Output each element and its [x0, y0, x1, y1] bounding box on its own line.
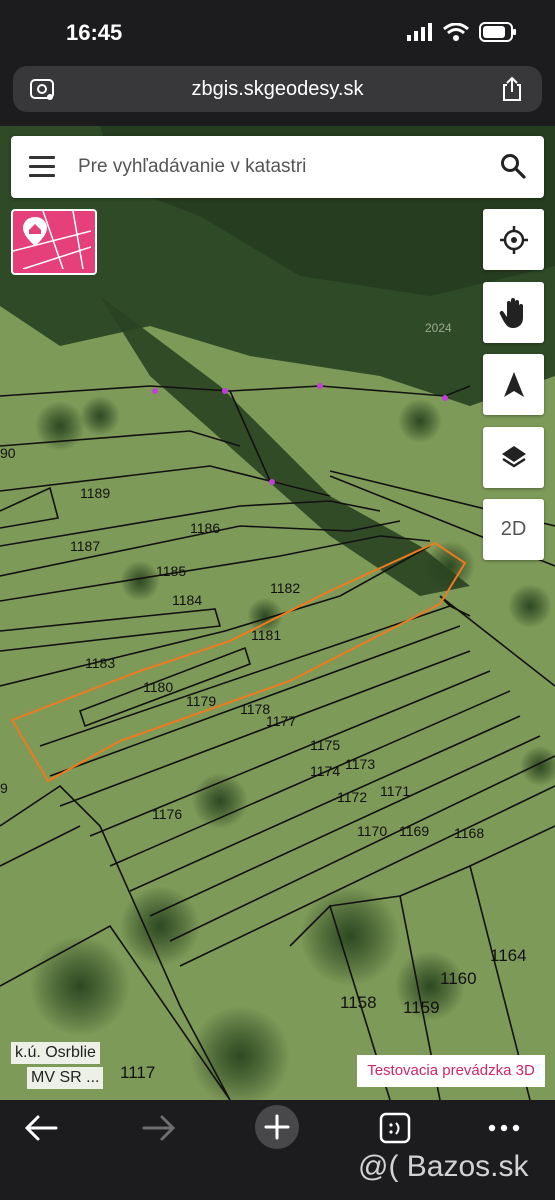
cadastre-search-bar[interactable]: Pre vyhľadávanie v katastri	[11, 136, 544, 198]
search-icon[interactable]	[500, 153, 526, 179]
parcel-label: 1189	[80, 485, 111, 501]
wifi-icon	[443, 23, 469, 41]
parcel-label: 9	[0, 780, 8, 796]
parcel-label: 2024	[425, 321, 452, 335]
forward-arrow-icon[interactable]	[142, 1114, 176, 1142]
parcel-label: 1186	[190, 520, 221, 536]
address-bar[interactable]: zbgis.skgeodesy.sk	[13, 66, 542, 112]
cadastre-layer-thumbnail[interactable]	[11, 209, 97, 275]
parcel-label: 1169	[399, 823, 430, 839]
parcel-label: 90	[0, 445, 16, 461]
search-input[interactable]: Pre vyhľadávanie v katastri	[78, 156, 306, 178]
parcel-label: 1171	[380, 783, 411, 799]
parcel-label: 1183	[85, 655, 116, 671]
parcel-label: 1168	[454, 825, 485, 841]
battery-icon	[479, 22, 516, 42]
crosshair-icon	[499, 225, 528, 254]
parcel-label: 1173	[345, 756, 376, 772]
parcel-label: 1175	[310, 737, 341, 753]
more-options-icon[interactable]	[488, 1124, 520, 1132]
parcel-label: 1158	[340, 993, 377, 1012]
testing-3d-label: Testovacia prevádzka 3D	[357, 1055, 545, 1087]
share-icon[interactable]	[500, 76, 524, 102]
parcel-label: 1182	[270, 580, 301, 596]
layers-icon	[501, 445, 526, 467]
attribution-label[interactable]: MV SR ...	[27, 1067, 104, 1089]
hand-icon	[499, 297, 523, 328]
status-icons	[407, 22, 517, 42]
parcel-label: 1185	[156, 563, 187, 579]
status-bar: 16:45	[0, 0, 555, 64]
parcel-label: 1159	[403, 998, 440, 1017]
parcel-label: 1179	[186, 693, 217, 709]
toggle-2d-button[interactable]: 2D	[483, 499, 544, 560]
parcel-label: 1174	[310, 763, 341, 779]
parcel-label: 1180	[143, 679, 174, 695]
parcel-label: 1170	[357, 823, 388, 839]
menu-icon[interactable]	[29, 156, 55, 178]
pan-mode-button[interactable]	[483, 282, 544, 343]
new-tab-icon[interactable]	[254, 1104, 300, 1150]
toggle-2d-label: 2D	[500, 518, 527, 540]
parcel-label: 1177	[266, 713, 297, 729]
parcel-label: 1187	[70, 538, 101, 554]
cellular-signal-icon	[407, 23, 432, 41]
my-location-button[interactable]	[483, 209, 544, 270]
parcel-label: 1181	[251, 627, 282, 643]
navigation-arrow-icon	[503, 371, 524, 397]
location-pin-parcel-icon	[13, 211, 92, 270]
compass-button[interactable]	[483, 354, 544, 415]
url-text[interactable]: zbgis.skgeodesy.sk	[13, 78, 542, 101]
parcel-label: 1117	[120, 1063, 156, 1082]
layers-button[interactable]	[483, 427, 544, 488]
cadastral-area-label: k.ú. Osrblie	[11, 1042, 100, 1064]
status-time: 16:45	[66, 20, 123, 45]
bazos-watermark: @( Bazos.sk	[358, 1150, 529, 1183]
parcel-label: 1164	[490, 946, 527, 965]
parcel-label: 1184	[172, 592, 203, 608]
parcel-label: 1160	[440, 969, 477, 988]
tab-switcher-icon[interactable]	[379, 1112, 411, 1144]
parcel-label: 1172	[337, 789, 368, 805]
back-arrow-icon[interactable]	[24, 1114, 58, 1142]
parcel-label: 1176	[152, 806, 183, 822]
